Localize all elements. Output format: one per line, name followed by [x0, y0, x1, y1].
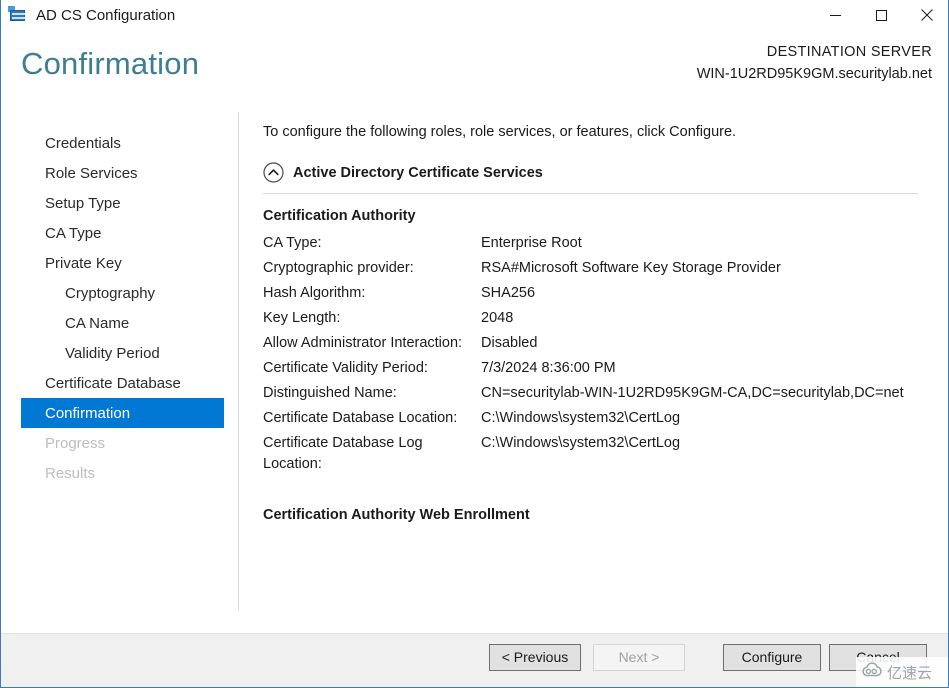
- page-header: Confirmation DESTINATION SERVER WIN-1U2R…: [1, 30, 948, 110]
- detail-value: RSA#Microsoft Software Key Storage Provi…: [481, 260, 781, 277]
- sidebar-item-setup-type[interactable]: Setup Type: [21, 188, 224, 218]
- sidebar-item-certificate-database[interactable]: Certificate Database: [21, 368, 224, 398]
- cancel-button[interactable]: Cancel: [829, 644, 927, 671]
- sidebar-item-credentials[interactable]: Credentials: [21, 128, 224, 158]
- detail-row: Allow Administrator Interaction: Disabled: [263, 333, 933, 358]
- section-header-adcs[interactable]: Active Directory Certificate Services: [263, 162, 933, 183]
- subsection-title-web-enrollment: Certification Authority Web Enrollment: [263, 507, 530, 524]
- sidebar-item-validity-period[interactable]: Validity Period: [21, 338, 224, 368]
- destination-server-label: DESTINATION SERVER: [766, 44, 932, 60]
- detail-row: Key Length: 2048: [263, 308, 933, 333]
- detail-value: C:\Windows\system32\CertLog: [481, 435, 681, 452]
- subsection-title: Certification Authority: [263, 208, 416, 224]
- title-bar: AD CS Configuration: [1, 0, 948, 30]
- sidebar-item-ca-name[interactable]: CA Name: [21, 308, 224, 338]
- window-controls: [812, 0, 948, 30]
- detail-row: Certificate Database Log Location: C:\Win…: [263, 433, 933, 479]
- section-title: Active Directory Certificate Services: [293, 164, 543, 181]
- detail-value: 2048: [481, 310, 514, 327]
- detail-key: Certificate Database Log Location:: [263, 435, 423, 473]
- configuration-details-table: CA Type: Enterprise Root Cryptographic pro…: [263, 233, 933, 479]
- detail-row: Hash Algorithm: SHA256: [263, 283, 933, 308]
- previous-button[interactable]: < Previous: [489, 644, 581, 671]
- destination-server-block: DESTINATION SERVER WIN-1U2RD95K9GM.secur…: [697, 44, 932, 82]
- minimize-icon[interactable]: [812, 0, 858, 30]
- detail-key: Allow Administrator Interaction:: [263, 335, 463, 352]
- section-rule: [263, 193, 918, 194]
- detail-key: Cryptographic provider:: [263, 260, 414, 277]
- detail-key: CA Type:: [263, 235, 322, 251]
- detail-value: CN=securitylab-WIN-1U2RD95K9GM-CA,DC=sec…: [481, 385, 904, 402]
- detail-row: CA Type: Enterprise Root: [263, 233, 933, 258]
- detail-key: Hash Algorithm:: [263, 285, 366, 302]
- chevron-up-circle-icon[interactable]: [263, 162, 284, 183]
- detail-row: Distinguished Name: CN=securitylab-WIN-1U…: [263, 383, 933, 408]
- sidebar-item-results: Results: [45, 464, 96, 482]
- sidebar-divider: [238, 112, 239, 610]
- server-certificate-icon: [8, 6, 28, 24]
- next-button: Next >: [593, 644, 685, 671]
- confirmation-content: To configure the following roles, role s…: [263, 124, 933, 523]
- detail-row: Certificate Database Location: C:\Windows…: [263, 408, 933, 433]
- detail-value: Disabled: [481, 335, 538, 352]
- sidebar-item-progress: Progress: [45, 434, 106, 452]
- detail-row: Certificate Validity Period: 7/3/2024 8:3…: [263, 358, 933, 383]
- maximize-icon[interactable]: [858, 0, 904, 30]
- wizard-navigation: Credentials Role Services Setup Type CA Typ…: [1, 128, 238, 488]
- detail-key: Key Length:: [263, 310, 341, 327]
- sidebar-item-role-services[interactable]: Role Services: [21, 158, 224, 188]
- detail-key: Certificate Database Location:: [263, 410, 458, 427]
- detail-value: C:\Windows\system32\CertLog: [481, 410, 681, 427]
- sidebar-item-ca-type[interactable]: CA Type: [21, 218, 224, 248]
- intro-text: To configure the following roles, role s…: [263, 124, 737, 140]
- sidebar-item-private-key[interactable]: Private Key: [21, 248, 224, 278]
- page-title: Confirmation: [21, 46, 200, 81]
- detail-row: Cryptographic provider: RSA#Microsoft Sof…: [263, 258, 933, 283]
- close-icon[interactable]: [904, 0, 948, 30]
- detail-value: SHA256: [481, 285, 536, 302]
- window-title: AD CS Configuration: [36, 6, 176, 24]
- detail-value: 7/3/2024 8:36:00 PM: [481, 360, 616, 377]
- detail-key: Distinguished Name:: [263, 385, 397, 402]
- wizard-body: Credentials Role Services Setup Type CA Typ…: [1, 110, 948, 633]
- wizard-footer: < Previous Next > Configure Cancel: [1, 633, 948, 687]
- configure-button[interactable]: Configure: [723, 644, 821, 671]
- destination-server-name: WIN-1U2RD95K9GM.securitylab.net: [696, 66, 932, 82]
- detail-key: Certificate Validity Period:: [263, 360, 428, 377]
- ad-cs-configuration-window: AD CS Configuration Confirmation DESTINA…: [0, 0, 949, 688]
- sidebar-item-confirmation[interactable]: Confirmation: [21, 398, 224, 428]
- detail-value: Enterprise Root: [481, 235, 582, 251]
- sidebar-item-cryptography[interactable]: Cryptography: [21, 278, 224, 308]
